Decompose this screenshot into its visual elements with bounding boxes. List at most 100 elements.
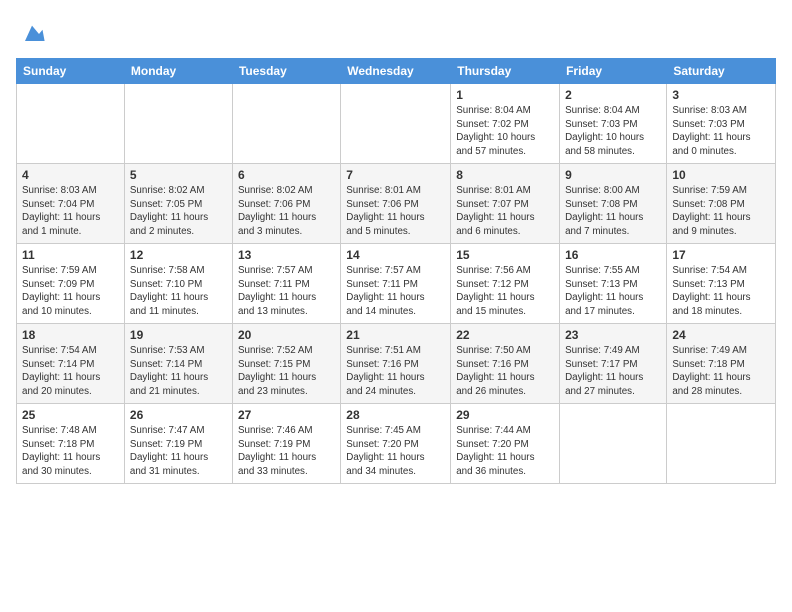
calendar-cell bbox=[341, 84, 451, 164]
day-number: 21 bbox=[346, 328, 445, 342]
calendar-cell: 16 Sunrise: 7:55 AM Sunset: 7:13 PM Dayli… bbox=[560, 244, 667, 324]
day-number: 26 bbox=[130, 408, 227, 422]
calendar-cell: 28Sunrise: 7:45 AM Sunset: 7:20 PM Dayli… bbox=[341, 404, 451, 484]
calendar-cell: 27 Sunrise: 7:46 AM Sunset: 7:19 PM Dayli… bbox=[232, 404, 340, 484]
day-number: 11 bbox=[22, 248, 119, 262]
day-number: 9 bbox=[565, 168, 661, 182]
day-info: Sunrise: 7:54 AM Sunset: 7:14 PM Dayligh… bbox=[22, 344, 119, 399]
day-info: Sunrise: 8:03 AM Sunset: 7:03 PM Dayligh… bbox=[672, 104, 770, 159]
day-number: 17 bbox=[672, 248, 770, 262]
weekday-header-cell: Thursday bbox=[451, 59, 560, 84]
day-info: Sunrise: 7:57 AM Sunset: 7:11 PM Dayligh… bbox=[238, 264, 335, 319]
day-number: 22 bbox=[456, 328, 554, 342]
day-number: 18 bbox=[22, 328, 119, 342]
day-number: 4 bbox=[22, 168, 119, 182]
day-info: Sunrise: 7:59 AM Sunset: 7:08 PM Dayligh… bbox=[672, 184, 770, 239]
day-number: 23 bbox=[565, 328, 661, 342]
calendar-cell: 20Sunrise: 7:52 AM Sunset: 7:15 PM Dayli… bbox=[232, 324, 340, 404]
day-number: 8 bbox=[456, 168, 554, 182]
day-info: Sunrise: 8:02 AM Sunset: 7:05 PM Dayligh… bbox=[130, 184, 227, 239]
day-info: Sunrise: 7:44 AM Sunset: 7:20 PM Dayligh… bbox=[456, 424, 554, 479]
day-info: Sunrise: 7:51 AM Sunset: 7:16 PM Dayligh… bbox=[346, 344, 445, 399]
day-info: Sunrise: 7:56 AM Sunset: 7:12 PM Dayligh… bbox=[456, 264, 554, 319]
weekday-header-cell: Saturday bbox=[667, 59, 776, 84]
day-number: 13 bbox=[238, 248, 335, 262]
calendar-cell: 25 Sunrise: 7:48 AM Sunset: 7:18 PM Dayli… bbox=[17, 404, 125, 484]
calendar-cell: 3 Sunrise: 8:03 AM Sunset: 7:03 PM Daylig… bbox=[667, 84, 776, 164]
calendar-cell bbox=[560, 404, 667, 484]
calendar-cell: 14 Sunrise: 7:57 AM Sunset: 7:11 PM Dayli… bbox=[341, 244, 451, 324]
day-info: Sunrise: 8:01 AM Sunset: 7:06 PM Dayligh… bbox=[346, 184, 445, 239]
day-info: Sunrise: 7:45 AM Sunset: 7:20 PM Dayligh… bbox=[346, 424, 445, 479]
calendar-cell: 10 Sunrise: 7:59 AM Sunset: 7:08 PM Dayli… bbox=[667, 164, 776, 244]
calendar-cell bbox=[17, 84, 125, 164]
day-number: 1 bbox=[456, 88, 554, 102]
weekday-header-cell: Tuesday bbox=[232, 59, 340, 84]
day-info: Sunrise: 8:02 AM Sunset: 7:06 PM Dayligh… bbox=[238, 184, 335, 239]
day-number: 10 bbox=[672, 168, 770, 182]
day-info: Sunrise: 7:55 AM Sunset: 7:13 PM Dayligh… bbox=[565, 264, 661, 319]
calendar-cell: 17 Sunrise: 7:54 AM Sunset: 7:13 PM Dayli… bbox=[667, 244, 776, 324]
calendar-week-row: 11 Sunrise: 7:59 AM Sunset: 7:09 PM Dayli… bbox=[17, 244, 776, 324]
day-number: 12 bbox=[130, 248, 227, 262]
calendar-week-row: 4 Sunrise: 8:03 AM Sunset: 7:04 PM Daylig… bbox=[17, 164, 776, 244]
day-number: 27 bbox=[238, 408, 335, 422]
day-info: Sunrise: 7:57 AM Sunset: 7:11 PM Dayligh… bbox=[346, 264, 445, 319]
day-info: Sunrise: 8:01 AM Sunset: 7:07 PM Dayligh… bbox=[456, 184, 554, 239]
day-info: Sunrise: 7:49 AM Sunset: 7:18 PM Dayligh… bbox=[672, 344, 770, 399]
day-number: 6 bbox=[238, 168, 335, 182]
weekday-header-row: SundayMondayTuesdayWednesdayThursdayFrid… bbox=[17, 59, 776, 84]
day-number: 3 bbox=[672, 88, 770, 102]
day-info: Sunrise: 7:48 AM Sunset: 7:18 PM Dayligh… bbox=[22, 424, 119, 479]
day-info: Sunrise: 8:04 AM Sunset: 7:03 PM Dayligh… bbox=[565, 104, 661, 159]
calendar-cell: 5 Sunrise: 8:02 AM Sunset: 7:05 PM Daylig… bbox=[124, 164, 232, 244]
calendar: SundayMondayTuesdayWednesdayThursdayFrid… bbox=[16, 58, 776, 484]
calendar-cell: 21 Sunrise: 7:51 AM Sunset: 7:16 PM Dayli… bbox=[341, 324, 451, 404]
calendar-cell: 13 Sunrise: 7:57 AM Sunset: 7:11 PM Dayli… bbox=[232, 244, 340, 324]
logo bbox=[16, 20, 46, 48]
calendar-cell: 4 Sunrise: 8:03 AM Sunset: 7:04 PM Daylig… bbox=[17, 164, 125, 244]
day-number: 14 bbox=[346, 248, 445, 262]
calendar-cell bbox=[667, 404, 776, 484]
logo-icon bbox=[18, 20, 46, 48]
calendar-cell: 12Sunrise: 7:58 AM Sunset: 7:10 PM Dayli… bbox=[124, 244, 232, 324]
calendar-cell bbox=[124, 84, 232, 164]
day-info: Sunrise: 7:59 AM Sunset: 7:09 PM Dayligh… bbox=[22, 264, 119, 319]
calendar-week-row: 1Sunrise: 8:04 AM Sunset: 7:02 PM Daylig… bbox=[17, 84, 776, 164]
calendar-cell: 9 Sunrise: 8:00 AM Sunset: 7:08 PM Daylig… bbox=[560, 164, 667, 244]
calendar-week-row: 18 Sunrise: 7:54 AM Sunset: 7:14 PM Dayli… bbox=[17, 324, 776, 404]
day-info: Sunrise: 7:47 AM Sunset: 7:19 PM Dayligh… bbox=[130, 424, 227, 479]
calendar-cell bbox=[232, 84, 340, 164]
calendar-cell: 18 Sunrise: 7:54 AM Sunset: 7:14 PM Dayli… bbox=[17, 324, 125, 404]
calendar-body: 1Sunrise: 8:04 AM Sunset: 7:02 PM Daylig… bbox=[17, 84, 776, 484]
day-info: Sunrise: 7:49 AM Sunset: 7:17 PM Dayligh… bbox=[565, 344, 661, 399]
calendar-cell: 2 Sunrise: 8:04 AM Sunset: 7:03 PM Daylig… bbox=[560, 84, 667, 164]
day-number: 2 bbox=[565, 88, 661, 102]
day-number: 15 bbox=[456, 248, 554, 262]
day-info: Sunrise: 8:03 AM Sunset: 7:04 PM Dayligh… bbox=[22, 184, 119, 239]
calendar-cell: 7Sunrise: 8:01 AM Sunset: 7:06 PM Daylig… bbox=[341, 164, 451, 244]
day-info: Sunrise: 7:54 AM Sunset: 7:13 PM Dayligh… bbox=[672, 264, 770, 319]
weekday-header-cell: Monday bbox=[124, 59, 232, 84]
calendar-cell: 11 Sunrise: 7:59 AM Sunset: 7:09 PM Dayli… bbox=[17, 244, 125, 324]
calendar-week-row: 25 Sunrise: 7:48 AM Sunset: 7:18 PM Dayli… bbox=[17, 404, 776, 484]
day-info: Sunrise: 7:53 AM Sunset: 7:14 PM Dayligh… bbox=[130, 344, 227, 399]
calendar-cell: 29 Sunrise: 7:44 AM Sunset: 7:20 PM Dayli… bbox=[451, 404, 560, 484]
day-info: Sunrise: 7:52 AM Sunset: 7:15 PM Dayligh… bbox=[238, 344, 335, 399]
weekday-header-cell: Wednesday bbox=[341, 59, 451, 84]
calendar-cell: 1Sunrise: 8:04 AM Sunset: 7:02 PM Daylig… bbox=[451, 84, 560, 164]
day-number: 25 bbox=[22, 408, 119, 422]
header bbox=[16, 16, 776, 48]
day-info: Sunrise: 7:46 AM Sunset: 7:19 PM Dayligh… bbox=[238, 424, 335, 479]
day-number: 29 bbox=[456, 408, 554, 422]
day-number: 19 bbox=[130, 328, 227, 342]
calendar-cell: 26 Sunrise: 7:47 AM Sunset: 7:19 PM Dayli… bbox=[124, 404, 232, 484]
day-number: 5 bbox=[130, 168, 227, 182]
day-info: Sunrise: 7:50 AM Sunset: 7:16 PM Dayligh… bbox=[456, 344, 554, 399]
page-container: SundayMondayTuesdayWednesdayThursdayFrid… bbox=[0, 0, 792, 492]
day-number: 24 bbox=[672, 328, 770, 342]
day-number: 16 bbox=[565, 248, 661, 262]
day-info: Sunrise: 8:00 AM Sunset: 7:08 PM Dayligh… bbox=[565, 184, 661, 239]
calendar-cell: 22 Sunrise: 7:50 AM Sunset: 7:16 PM Dayli… bbox=[451, 324, 560, 404]
weekday-header-cell: Sunday bbox=[17, 59, 125, 84]
